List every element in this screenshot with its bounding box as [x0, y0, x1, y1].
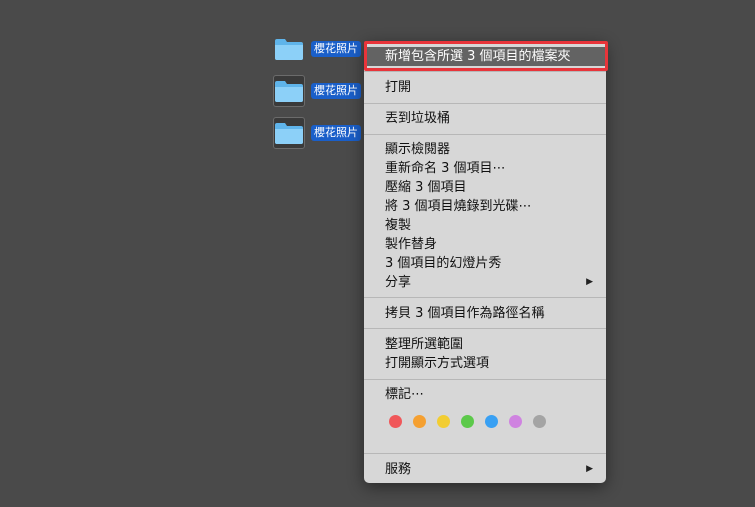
menu-separator — [364, 328, 606, 329]
tag-red-icon[interactable] — [389, 415, 402, 428]
menu-item-share[interactable]: 分享 ▶ — [364, 273, 606, 292]
menu-separator — [364, 71, 606, 72]
menu-item-share-label: 分享 — [385, 275, 412, 290]
folder-icon — [273, 33, 305, 65]
menu-separator — [364, 453, 606, 454]
menu-item-slideshow[interactable]: 3 個項目的幻燈片秀 — [364, 254, 606, 273]
menu-item-clean-up-selection[interactable]: 整理所選範圍 — [364, 335, 606, 354]
folder-icon — [273, 75, 305, 107]
context-menu: 新增包含所選 3 個項目的檔案夾 打開 丟到垃圾桶 顯示檢閱器 重新命名 3 個… — [364, 41, 606, 483]
menu-item-rename[interactable]: 重新命名 3 個項目⋯ — [364, 159, 606, 178]
folder-label: 櫻花照片 — [311, 41, 361, 57]
menu-item-services-label: 服務 — [385, 462, 412, 477]
tag-gray-icon[interactable] — [533, 415, 546, 428]
tag-orange-icon[interactable] — [413, 415, 426, 428]
folder-item[interactable]: 櫻花照片 — [273, 75, 361, 107]
menu-item-open[interactable]: 打開 — [364, 78, 606, 97]
tag-yellow-icon[interactable] — [437, 415, 450, 428]
menu-item-copy-as-pathname[interactable]: 拷貝 3 個項目作為路徑名稱 — [364, 304, 606, 323]
menu-separator — [364, 103, 606, 104]
folder-item[interactable]: 櫻花照片 — [273, 117, 361, 149]
submenu-arrow-icon: ▶ — [586, 464, 593, 474]
tag-blue-icon[interactable] — [485, 415, 498, 428]
menu-item-show-inspector[interactable]: 顯示檢閱器 — [364, 140, 606, 159]
menu-separator — [364, 297, 606, 298]
folder-icon — [273, 117, 305, 149]
tag-green-icon[interactable] — [461, 415, 474, 428]
menu-separator — [364, 379, 606, 380]
menu-item-burn[interactable]: 將 3 個項目燒錄到光碟⋯ — [364, 197, 606, 216]
menu-item-make-alias[interactable]: 製作替身 — [364, 235, 606, 254]
menu-item-show-view-options[interactable]: 打開顯示方式選項 — [364, 354, 606, 373]
menu-item-new-folder-with-selection[interactable]: 新增包含所選 3 個項目的檔案夾 — [364, 47, 606, 66]
menu-item-tags[interactable]: 標記⋯ — [364, 385, 606, 404]
tag-purple-icon[interactable] — [509, 415, 522, 428]
folder-item[interactable]: 櫻花照片 — [273, 33, 361, 65]
folder-label: 櫻花照片 — [311, 125, 361, 141]
menu-item-compress[interactable]: 壓縮 3 個項目 — [364, 178, 606, 197]
folder-label: 櫻花照片 — [311, 83, 361, 99]
menu-item-duplicate[interactable]: 複製 — [364, 216, 606, 235]
menu-separator — [364, 134, 606, 135]
menu-item-services[interactable]: 服務 ▶ — [364, 460, 606, 479]
menu-item-move-to-trash[interactable]: 丟到垃圾桶 — [364, 109, 606, 128]
submenu-arrow-icon: ▶ — [586, 277, 593, 287]
